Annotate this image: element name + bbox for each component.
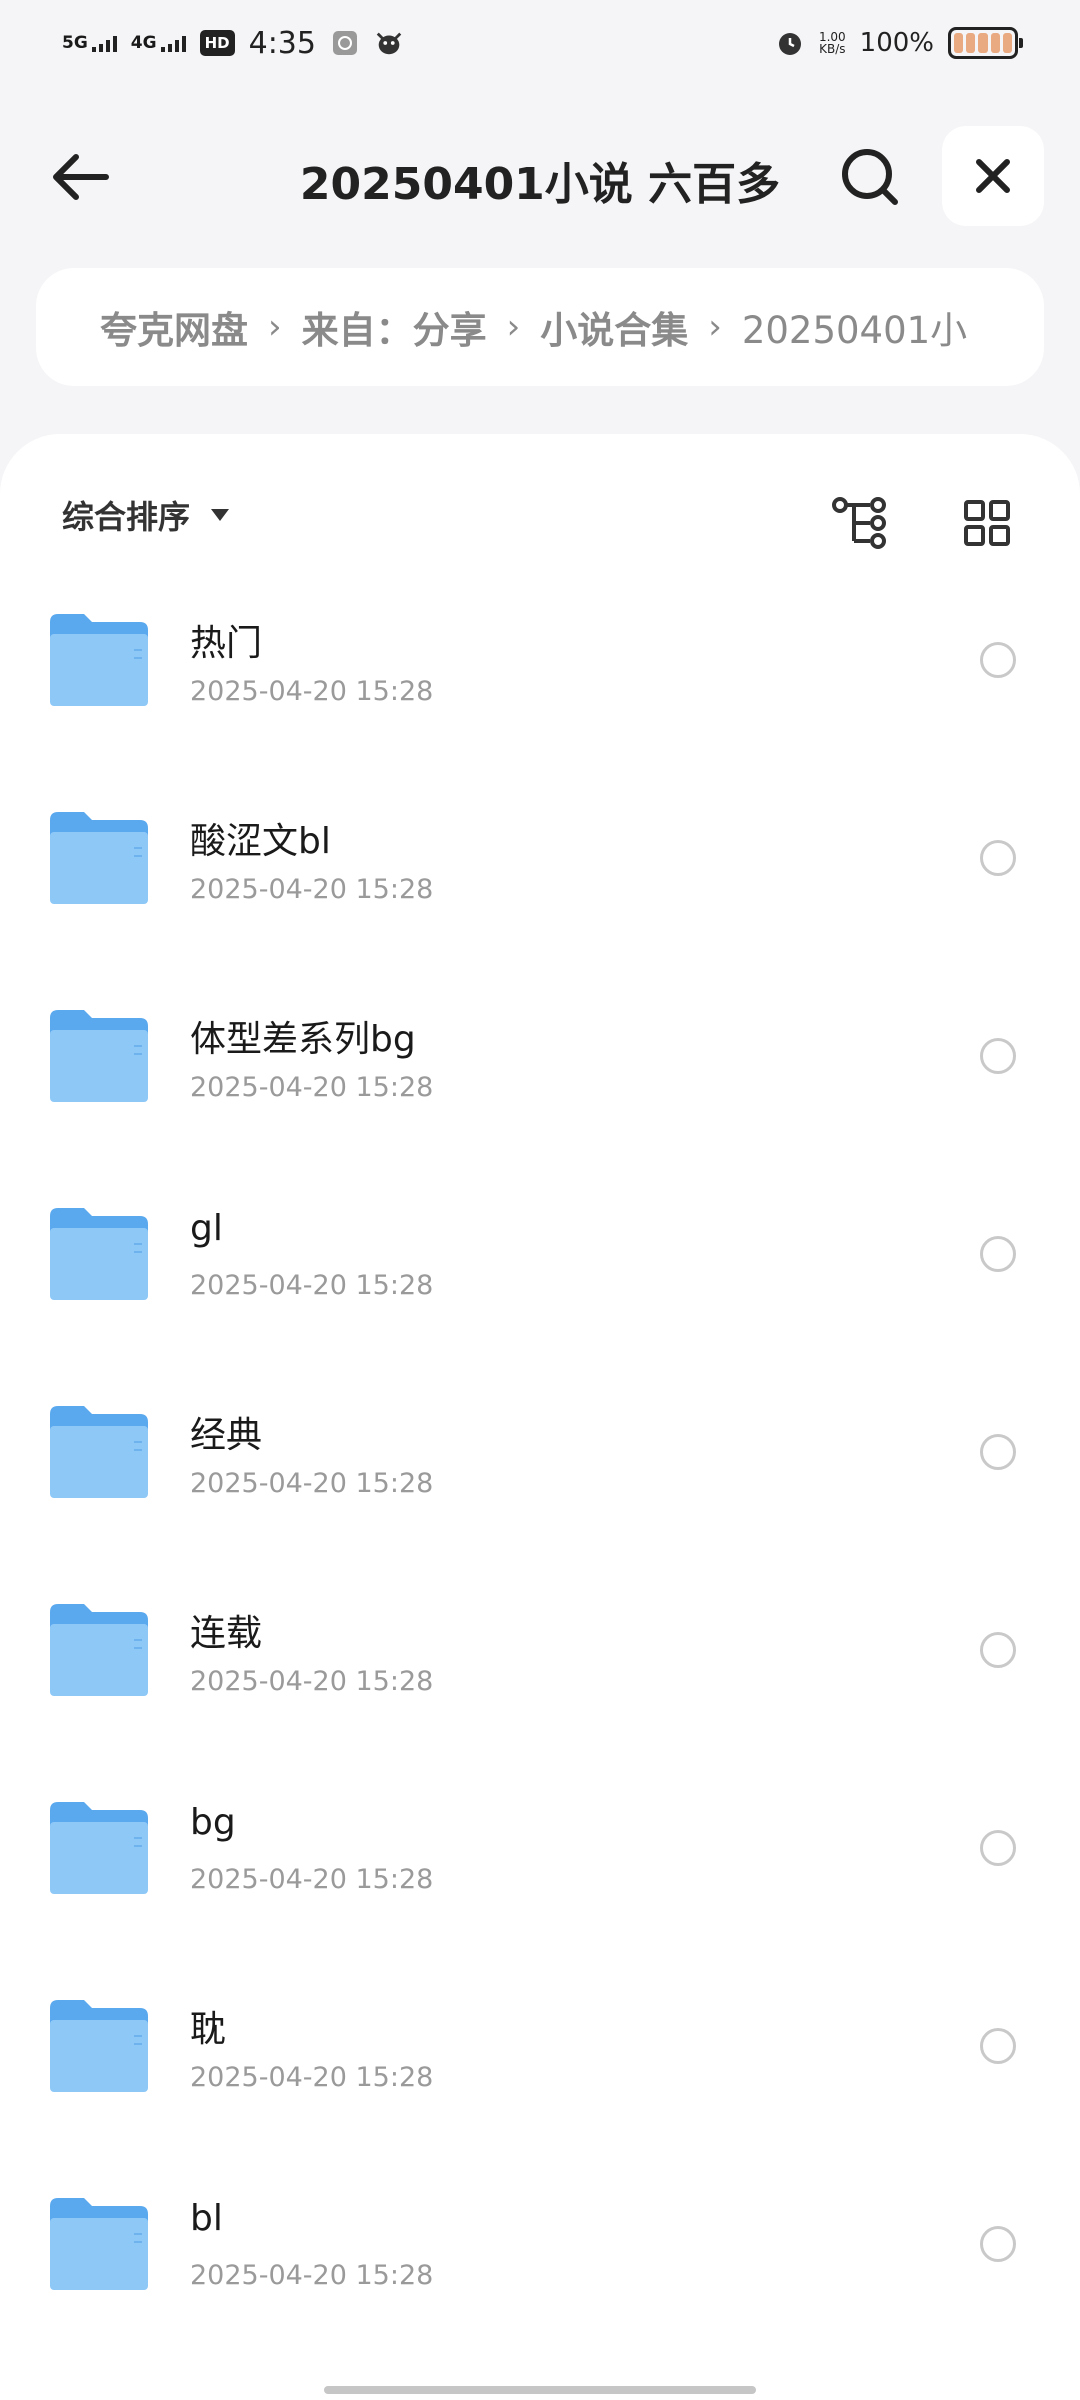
close-button[interactable]: [942, 126, 1044, 226]
cow-app-icon: [374, 28, 404, 58]
file-name: 热门: [190, 623, 263, 664]
network-speed: 1.00 KB/s: [819, 31, 846, 55]
select-radio[interactable]: [980, 642, 1016, 678]
folder-icon: [50, 812, 148, 904]
breadcrumb-item-root[interactable]: 夸克网盘: [100, 300, 248, 354]
list-item[interactable]: 体型差系列bg 2025-04-20 15:28: [0, 980, 1080, 1178]
battery-icon: [948, 27, 1023, 59]
header: 20250401小说 六百多: [0, 120, 1080, 230]
breadcrumb: 夸克网盘 › 来自：分享 › 小说合集 › 20250401小: [36, 268, 1044, 386]
list-item[interactable]: bl 2025-04-20 15:28: [0, 2168, 1080, 2366]
home-indicator[interactable]: [324, 2386, 756, 2394]
back-button[interactable]: [40, 137, 120, 217]
battery-percent: 100%: [859, 28, 934, 58]
folder-icon: [50, 1802, 148, 1894]
list-item[interactable]: 热门 2025-04-20 15:28: [0, 584, 1080, 782]
file-date: 2025-04-20 15:28: [190, 2260, 434, 2291]
file-name: gl: [190, 1208, 223, 1249]
list-toolbar: 综合排序: [0, 474, 1080, 564]
status-bar: 5G 4G HD 4:35 1.00 KB/s 100%: [0, 0, 1080, 86]
signal-bars-icon: [91, 35, 117, 52]
search-icon: [842, 149, 898, 205]
caret-down-icon: [211, 509, 230, 521]
signal-5g: 5G: [62, 32, 117, 53]
select-radio[interactable]: [980, 1632, 1016, 1668]
file-name: 耽: [190, 2009, 227, 2050]
folder-icon: [50, 1208, 148, 1300]
select-radio[interactable]: [980, 2226, 1016, 2262]
signal-bars-icon: [160, 35, 186, 52]
clock-time: 4:35: [248, 25, 316, 61]
hd-voice-badge: HD: [199, 30, 235, 56]
network-speed-unit: KB/s: [819, 42, 846, 56]
select-radio[interactable]: [980, 840, 1016, 876]
file-list: 热门 2025-04-20 15:28 酸涩文bl 2025-04-20 15:…: [0, 584, 1080, 2366]
status-right: 1.00 KB/s 100%: [775, 27, 1023, 59]
select-radio[interactable]: [980, 1830, 1016, 1866]
sort-dropdown[interactable]: 综合排序: [62, 492, 230, 538]
folder-icon: [50, 1010, 148, 1102]
folder-icon: [50, 2198, 148, 2290]
file-date: 2025-04-20 15:28: [190, 1864, 434, 1895]
grid-icon: [964, 500, 1010, 546]
file-name: 酸涩文bl: [190, 821, 331, 862]
folder-icon: [50, 1406, 148, 1498]
signal-4g-label: 4G: [130, 32, 157, 53]
signal-4g: 4G: [130, 32, 186, 53]
arrow-left-icon: [53, 154, 109, 200]
file-name: bl: [190, 2198, 223, 2239]
breadcrumb-item-shared[interactable]: 来自：分享: [302, 300, 487, 354]
select-radio[interactable]: [980, 1236, 1016, 1272]
file-date: 2025-04-20 15:28: [190, 2062, 434, 2093]
list-item[interactable]: 酸涩文bl 2025-04-20 15:28: [0, 782, 1080, 980]
status-left: 5G 4G HD 4:35: [62, 26, 404, 61]
file-panel: 综合排序 热门 2025-04-20 15:28 酸涩文bl 2025-04-2…: [0, 434, 1080, 2400]
close-icon: [976, 159, 1010, 193]
select-radio[interactable]: [980, 1038, 1016, 1074]
list-item[interactable]: 耽 2025-04-20 15:28: [0, 1970, 1080, 2168]
file-name: bg: [190, 1802, 236, 1843]
grid-view-button[interactable]: [952, 488, 1022, 558]
select-radio[interactable]: [980, 2028, 1016, 2064]
select-radio[interactable]: [980, 1434, 1016, 1470]
list-item[interactable]: gl 2025-04-20 15:28: [0, 1178, 1080, 1376]
file-date: 2025-04-20 15:28: [190, 1072, 434, 1103]
page-title: 20250401小说 六百多: [299, 159, 781, 210]
file-name: 连载: [190, 1613, 263, 1654]
chevron-right-icon: ›: [268, 307, 282, 347]
file-date: 2025-04-20 15:28: [190, 1270, 434, 1301]
folder-icon: [50, 1604, 148, 1696]
sort-label: 综合排序: [62, 498, 191, 536]
file-date: 2025-04-20 15:28: [190, 676, 434, 707]
chevron-right-icon: ›: [708, 307, 722, 347]
app-notification-icon: [330, 28, 360, 58]
signal-5g-label: 5G: [62, 32, 88, 53]
list-item[interactable]: 连载 2025-04-20 15:28: [0, 1574, 1080, 1772]
list-item[interactable]: bg 2025-04-20 15:28: [0, 1772, 1080, 1970]
list-item[interactable]: 经典 2025-04-20 15:28: [0, 1376, 1080, 1574]
file-name: 体型差系列bg: [190, 1019, 416, 1060]
chevron-right-icon: ›: [506, 307, 521, 347]
search-button[interactable]: [830, 137, 910, 217]
file-name: 经典: [190, 1415, 263, 1456]
folder-icon: [50, 614, 148, 706]
breadcrumb-item-current: 20250401小: [741, 309, 968, 352]
breadcrumb-item-collection[interactable]: 小说合集: [540, 300, 688, 354]
alarm-icon: [775, 28, 805, 58]
tree-structure-icon: [832, 497, 886, 549]
file-date: 2025-04-20 15:28: [190, 1468, 434, 1499]
tree-view-button[interactable]: [828, 488, 898, 558]
file-date: 2025-04-20 15:28: [190, 1666, 434, 1697]
folder-icon: [50, 2000, 148, 2092]
file-date: 2025-04-20 15:28: [190, 874, 434, 905]
